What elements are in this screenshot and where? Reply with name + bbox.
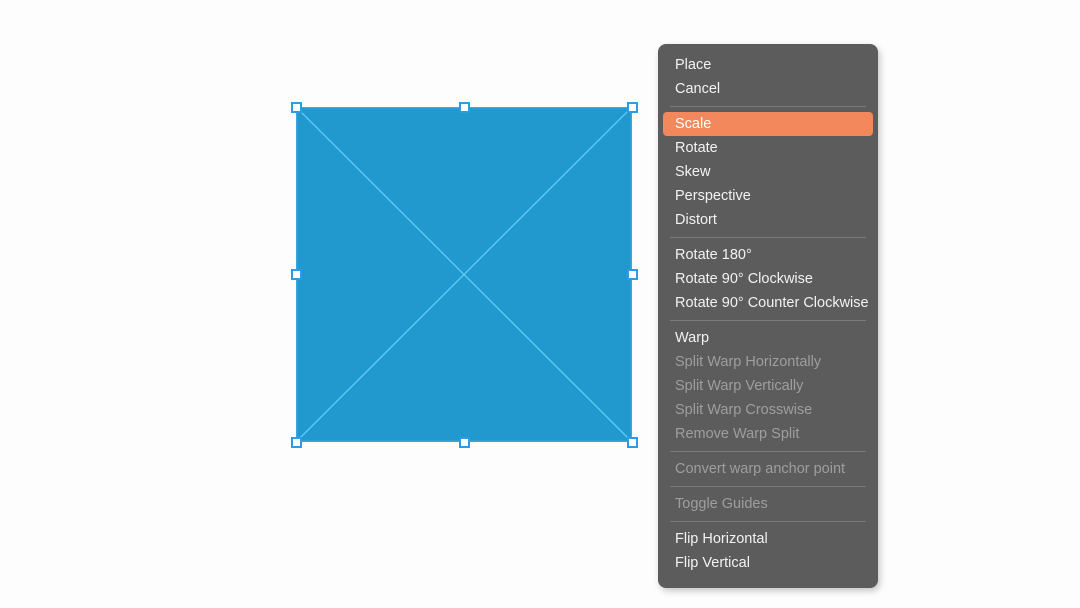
- menu-item-distort[interactable]: Distort: [663, 208, 873, 232]
- shape-rectangle[interactable]: [296, 107, 632, 442]
- menu-item-rotate-90-clockwise[interactable]: Rotate 90° Clockwise: [663, 267, 873, 291]
- canvas-artboard[interactable]: [0, 0, 1080, 608]
- menu-separator: [670, 451, 866, 452]
- menu-item-perspective[interactable]: Perspective: [663, 184, 873, 208]
- menu-item-scale[interactable]: Scale: [663, 112, 873, 136]
- menu-item-rotate-90-counter-clockwise[interactable]: Rotate 90° Counter Clockwise: [663, 291, 873, 315]
- free-transform-selection[interactable]: [290, 101, 638, 448]
- transform-handle-bottom-right[interactable]: [626, 436, 638, 448]
- transform-context-menu[interactable]: Place Cancel Scale Rotate Skew Perspective Dis…: [658, 44, 878, 588]
- transform-handle-middle-right[interactable]: [626, 269, 638, 280]
- menu-item-split-warp-horizontally: Split Warp Horizontally: [675, 354, 822, 370]
- menu-item-toggle-guides: Toggle Guides: [675, 496, 768, 512]
- menu-separator: [670, 237, 866, 238]
- transform-handle-top-center[interactable]: [458, 101, 470, 113]
- menu-item-skew[interactable]: Skew: [663, 160, 873, 184]
- menu-item-convert-warp-anchor-point: Convert warp anchor point: [675, 461, 846, 477]
- menu-item-split-warp-vertically: Split Warp Vertically: [675, 378, 804, 394]
- menu-item-flip-vertical[interactable]: Flip Vertical: [663, 551, 873, 575]
- transform-handle-bottom-left[interactable]: [290, 436, 302, 448]
- transform-handle-top-right[interactable]: [626, 101, 638, 113]
- menu-item-cancel[interactable]: Cancel: [663, 77, 873, 101]
- menu-separator: [670, 106, 866, 107]
- menu-separator: [670, 320, 866, 321]
- transform-handle-bottom-center[interactable]: [458, 436, 470, 448]
- menu-item-rotate[interactable]: Rotate: [663, 136, 873, 160]
- menu-separator: [670, 521, 866, 522]
- menu-item-place[interactable]: Place: [663, 53, 873, 77]
- menu-item-warp[interactable]: Warp: [663, 326, 873, 350]
- menu-item-split-warp-crosswise: Split Warp Crosswise: [675, 402, 813, 418]
- transform-handle-top-left[interactable]: [290, 101, 302, 113]
- transform-handle-middle-left[interactable]: [290, 269, 302, 280]
- menu-separator: [670, 486, 866, 487]
- menu-item-flip-horizontal[interactable]: Flip Horizontal: [663, 527, 873, 551]
- menu-item-rotate-180[interactable]: Rotate 180°: [663, 243, 873, 267]
- menu-item-remove-warp-split: Remove Warp Split: [675, 426, 800, 442]
